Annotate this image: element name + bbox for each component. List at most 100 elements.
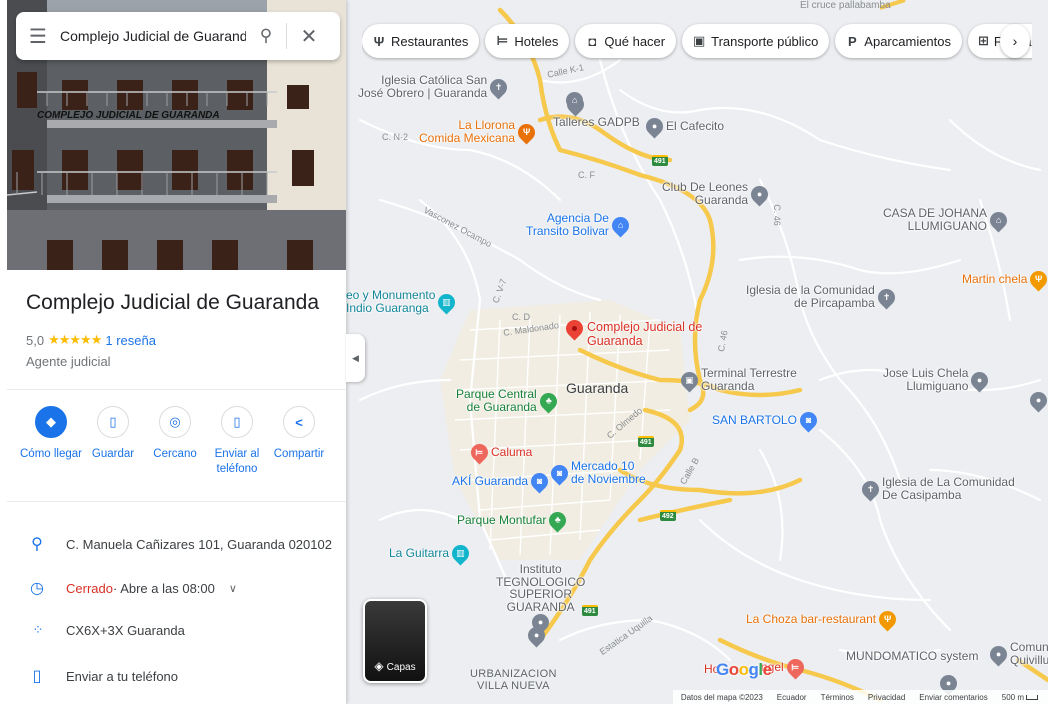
map-poi[interactable]: Iglesia de la Comunidad de Pircapamba ✝ xyxy=(746,284,899,310)
clock-icon: ◷ xyxy=(30,580,44,597)
country-link[interactable]: Ecuador xyxy=(777,693,807,702)
opening-hours: · Abre a las 08:00 xyxy=(112,580,215,596)
selected-place-pin[interactable]: Complejo Judicial de Guaranda xyxy=(562,316,707,348)
map-poi[interactable]: ◙ Mercado 10 de Noviembre xyxy=(547,460,646,486)
map-poi[interactable]: CASA DE JOHANA LLUMIGUANO ⌂ xyxy=(883,207,1011,233)
map-poi[interactable]: ✝ Iglesia de La Comunidad De Casipamba xyxy=(858,476,1015,502)
chip-hotels[interactable]: ⊨ Hoteles xyxy=(485,24,570,58)
send-to-phone-button[interactable]: ▯ Enviar al teléfono xyxy=(206,406,268,477)
phone-send-icon: ▯ xyxy=(32,668,42,685)
poi-label: Guaranda xyxy=(694,193,749,207)
chips-row: Ψ Restaurantes ⊨ Hoteles ◘ Qué hacer ▣ Trans… xyxy=(362,24,1032,58)
map-poi[interactable]: ● xyxy=(1026,388,1048,413)
restaurant-icon: Ψ xyxy=(514,119,539,145)
shopping-cart-icon: ◙ xyxy=(547,460,572,486)
address-row[interactable]: ⚲ C. Manuela Cañizares 101, Guaranda 020… xyxy=(26,534,332,554)
menu-icon[interactable]: ☰ xyxy=(16,24,60,49)
poi-label: MUNDOMATICO system xyxy=(846,649,979,663)
map-poi[interactable]: ● xyxy=(524,623,549,648)
place-icon: ● xyxy=(967,367,992,393)
chip-parking[interactable]: P Aparcamientos xyxy=(835,24,963,58)
collapse-panel-button[interactable]: ◀ xyxy=(346,334,365,382)
search-icon[interactable]: ⚲ xyxy=(246,26,286,46)
reviews-link[interactable]: 1 reseña xyxy=(105,333,156,348)
action-label: Cómo llegar xyxy=(20,448,82,460)
plus-code-row[interactable]: ⁘ CX6X+3X Guaranda xyxy=(26,622,185,638)
map-poi[interactable]: Jose Luis Chela Llumiguano ● xyxy=(883,367,992,393)
home-icon: ⌂ xyxy=(986,207,1011,233)
map-poi[interactable]: Instituto TEGNOLOGICO SUPERIOR GUARANDA … xyxy=(496,563,585,635)
chip-transit[interactable]: ▣ Transporte público xyxy=(682,24,830,58)
place-icon: ● xyxy=(524,623,549,648)
poi-label: La Choza bar-restaurant xyxy=(746,612,877,626)
map-poi[interactable]: Club De Leones Guaranda ● xyxy=(662,181,772,207)
feedback-link[interactable]: Enviar comentarios xyxy=(919,693,987,702)
street-label: C. 46 xyxy=(771,204,782,226)
street-label: C. F xyxy=(578,170,595,180)
action-label: Compartir xyxy=(273,448,325,460)
poi-label: Comida Mexicana xyxy=(419,131,516,145)
map-poi[interactable]: ● El Cafecito xyxy=(642,114,725,139)
map-poi[interactable]: eo y Monumento Indio Guaranga ▥ xyxy=(346,289,459,315)
chevron-down-icon[interactable]: ∨ xyxy=(229,582,237,595)
search-box[interactable]: ☰ ⚲ ✕ xyxy=(16,12,340,60)
poi-label: José Obrero | Guaranda xyxy=(358,86,488,100)
camera-icon: ◘ xyxy=(588,33,597,49)
directions-button[interactable]: ◆ Cómo llegar xyxy=(20,406,82,477)
map-poi[interactable]: ⊨ Caluma xyxy=(467,440,532,465)
church-icon: ✝ xyxy=(858,476,883,502)
map-poi[interactable]: ● ComuniQuivillur xyxy=(986,641,1048,667)
send-phone-row[interactable]: ▯ Enviar a tu teléfono xyxy=(26,666,178,686)
chips-next-button[interactable]: › xyxy=(1000,24,1030,58)
map-poi[interactable]: La Llorona Comida Mexicana Ψ xyxy=(419,119,539,145)
selected-place-label: Complejo Judicial de Guaranda xyxy=(587,320,703,348)
phone-send-icon: ▯ xyxy=(221,406,253,438)
scale-bar[interactable]: 500 m xyxy=(1002,693,1038,702)
search-input[interactable] xyxy=(60,28,246,44)
poi-label: Guaranda xyxy=(701,379,755,393)
club-icon: ● xyxy=(747,181,772,207)
street-label: C. N-2 xyxy=(382,132,409,142)
map-poi[interactable]: La Guitarra ▥ xyxy=(389,541,473,566)
map-poi[interactable]: ▣ Terminal Terrestre Guaranda xyxy=(677,367,797,393)
map-poi[interactable]: Parque Central de Guaranda ♣ xyxy=(456,388,561,414)
google-logo: Google xyxy=(716,660,772,679)
chip-label: Restaurantes xyxy=(391,33,469,49)
privacy-link[interactable]: Privacidad xyxy=(868,693,905,702)
map-poi[interactable]: AKÍ Guaranda ◙ xyxy=(452,469,552,494)
pharmacy-icon: ⊞ xyxy=(978,33,989,48)
place-category[interactable]: Agente judicial xyxy=(26,354,111,369)
map-poi[interactable]: MUNDOMATICO system xyxy=(846,650,978,663)
plus-code-text: CX6X+3X Guaranda xyxy=(66,622,185,638)
map-poi[interactable]: Parque Montufar ♣ xyxy=(457,508,570,533)
bus-icon: ▣ xyxy=(692,33,706,48)
layers-button[interactable]: ◈ Capas xyxy=(363,599,427,683)
chip-things-to-do[interactable]: ◘ Qué hacer xyxy=(575,24,677,58)
shopping-icon: ◙ xyxy=(796,408,821,433)
restaurant-icon: Ψ xyxy=(1026,267,1048,292)
chip-restaurants[interactable]: Ψ Restaurantes xyxy=(362,24,480,58)
address-text: C. Manuela Cañizares 101, Guaranda 02010… xyxy=(66,536,332,552)
map-poi[interactable]: Iglesia Católica San José Obrero | Guaran… xyxy=(358,74,511,100)
hours-row[interactable]: ◷ Cerrado · Abre a las 08:00 ∨ xyxy=(26,578,237,598)
map-poi[interactable]: ⌂ xyxy=(562,88,587,113)
action-label: Cercano xyxy=(153,448,197,460)
poi-label: Quivillur xyxy=(1010,653,1048,667)
scale-line xyxy=(1026,694,1038,700)
action-label: Guardar xyxy=(91,448,135,460)
nearby-button[interactable]: ◎ Cercano xyxy=(144,406,206,477)
share-button[interactable]: < Compartir xyxy=(268,406,330,477)
poi-label: GUARANDA xyxy=(506,599,575,614)
map-poi[interactable]: Martin chela Ψ xyxy=(962,267,1048,292)
close-icon[interactable]: ✕ xyxy=(287,24,331,49)
poi-label: de Pircapamba xyxy=(794,296,875,310)
poi-label: Martin chela xyxy=(962,272,1028,286)
save-button[interactable]: ▯ Guardar xyxy=(82,406,144,477)
poi-label: El Cafecito xyxy=(666,119,725,133)
terms-link[interactable]: Términos xyxy=(821,693,854,702)
cafe-icon: ● xyxy=(642,114,667,139)
map-poi[interactable]: Agencia De Transito Bolivar ⌂ xyxy=(526,212,633,238)
map-poi[interactable]: SAN BARTOLO ◙ xyxy=(712,408,821,433)
map-poi[interactable]: La Choza bar-restaurant Ψ xyxy=(746,607,900,632)
location-pin-icon: ⚲ xyxy=(31,536,43,553)
